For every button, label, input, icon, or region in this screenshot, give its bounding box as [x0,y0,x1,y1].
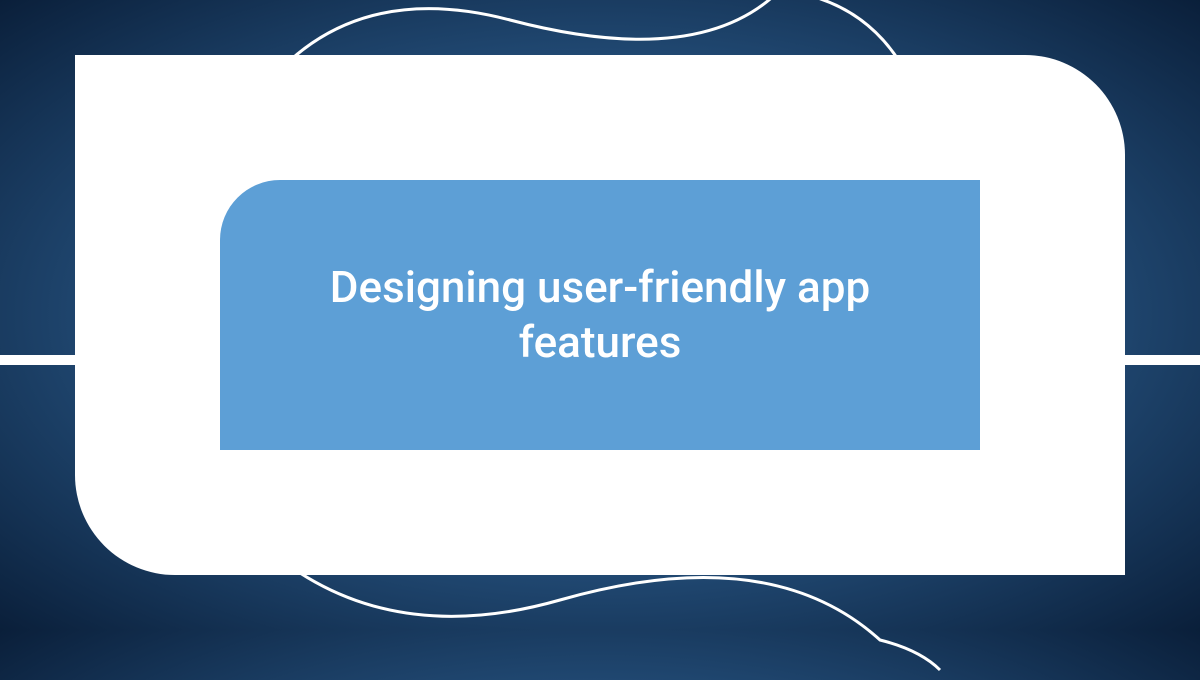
inner-card: Designing user-friendly app features [220,180,980,450]
page-title: Designing user-friendly app features [260,260,940,370]
